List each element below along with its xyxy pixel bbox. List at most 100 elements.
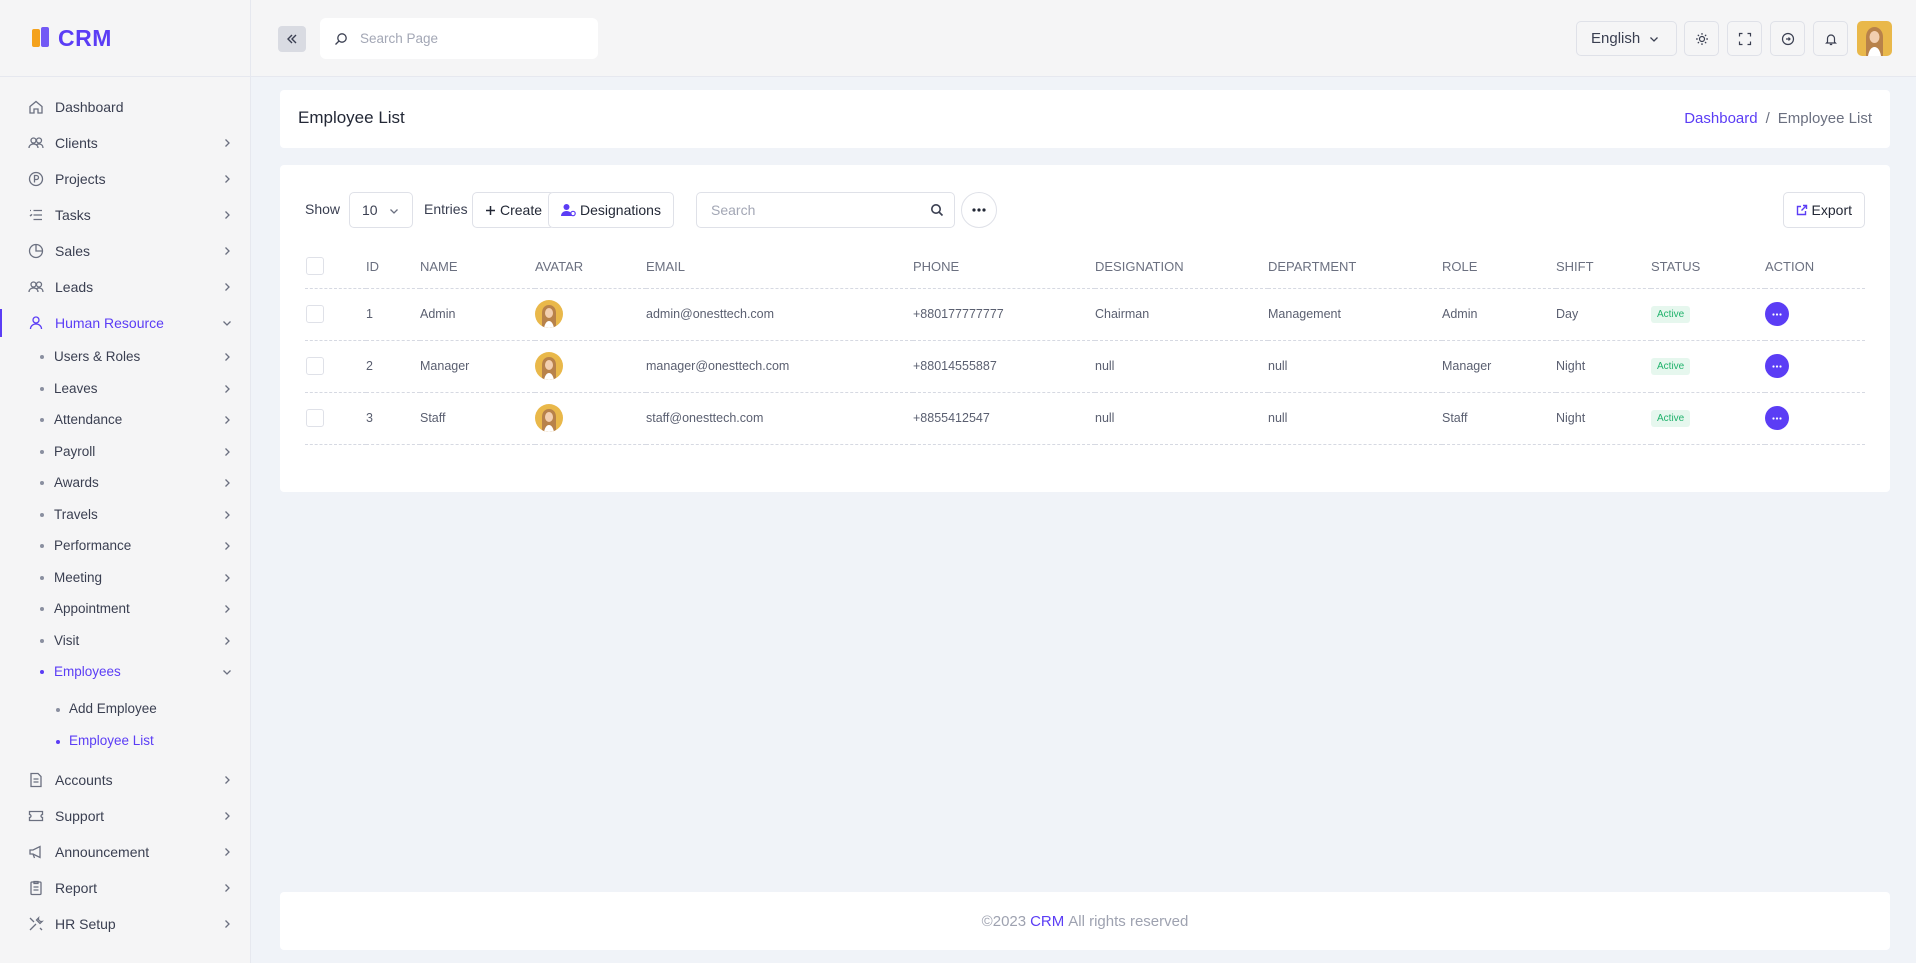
sidebar-subitem-label: Add Employee [69,701,157,716]
cell-id: 3 [366,392,420,445]
sidebar-item-support[interactable]: Support [0,798,250,834]
create-button[interactable]: Create [472,192,556,228]
table-header-row: ID NAME AVATAR EMAIL PHONE DESIGNATION D… [305,245,1865,289]
project-icon [27,170,45,188]
employee-table: ID NAME AVATAR EMAIL PHONE DESIGNATION D… [305,245,1865,445]
sidebar-item-projects[interactable]: Projects [0,161,250,197]
cell-phone: +88014555887 [913,340,1095,393]
search-icon [335,32,347,45]
sidebar-item-dashboard[interactable]: Dashboard [0,89,250,125]
sidebar-subitem-visit[interactable]: Visit [0,625,250,657]
row-checkbox[interactable] [306,357,324,375]
sidebar-subitem-payroll[interactable]: Payroll [0,436,250,468]
sidebar-subitem-label: Employees [54,664,121,680]
sidebar-collapse-button[interactable] [278,26,306,52]
sidebar-subitem-leaves[interactable]: Leaves [0,373,250,405]
sidebar-subitem-employee-list[interactable]: Employee List [0,725,250,757]
sidebar-subitem-performance[interactable]: Performance [0,530,250,562]
chevron-down-icon [1650,36,1659,42]
sidebar-item-tasks[interactable]: Tasks [0,197,250,233]
column-header-department[interactable]: DEPARTMENT [1268,245,1442,289]
column-header-status[interactable]: STATUS [1651,245,1765,289]
sidebar-item-human-resource[interactable]: Human Resource [0,305,250,341]
select-all-checkbox[interactable] [306,257,324,276]
sidebar-subitem-label: Leaves [54,380,98,396]
footer-brand-link[interactable]: CRM [1030,913,1064,930]
brand[interactable]: CRM [0,0,250,77]
cell-email: admin@onesttech.com [646,288,913,341]
cell-designation: null [1095,340,1268,393]
sidebar-item-leads[interactable]: Leads [0,269,250,305]
fullscreen-button[interactable] [1727,21,1762,56]
sidebar-item-label: Report [55,879,98,896]
bell-icon [1824,33,1837,45]
column-header-phone[interactable]: PHONE [913,245,1095,289]
cell-department: null [1268,340,1442,393]
sidebar-subitem-appointment[interactable]: Appointment [0,593,250,625]
chevron-right-icon [225,542,230,550]
chevron-right-icon [225,636,230,645]
logout-button[interactable] [1770,21,1805,56]
external-link-icon [1796,204,1808,216]
breadcrumb-separator: / [1765,110,1770,127]
language-label: English [1591,30,1641,47]
more-options-button[interactable] [961,192,997,228]
row-action-button[interactable] [1765,406,1789,430]
theme-toggle-button[interactable] [1684,21,1719,56]
user-avatar[interactable] [1857,21,1892,56]
sidebar-subitem-add-employee[interactable]: Add Employee [0,693,250,725]
sidebar-item-announcement[interactable]: Announcement [0,834,250,870]
entries-value: 10 [362,202,378,218]
entries-select[interactable]: 10 [349,192,413,228]
column-header-email[interactable]: EMAIL [646,245,913,289]
ticket-icon [27,807,45,825]
sidebar-subitem-awards[interactable]: Awards [0,467,250,499]
sidebar-item-report[interactable]: Report [0,870,250,906]
chevron-right-icon [225,447,230,456]
sidebar-item-label: Leads [55,279,94,295]
sidebar-subitem-meeting[interactable]: Meeting [0,562,250,594]
cell-name: Staff [420,392,535,445]
footer: ©2023 CRM All rights reserved [280,892,1890,950]
column-header-name[interactable]: NAME [420,245,535,289]
sidebar-item-clients[interactable]: Clients [0,125,250,161]
sidebar-item-sales[interactable]: Sales [0,233,250,269]
sidebar-item-accounts[interactable]: Accounts [0,762,250,798]
export-button-label: Export [1811,202,1852,218]
sidebar-subitem-attendance[interactable]: Attendance [0,404,250,436]
cell-designation: null [1095,392,1268,445]
column-header-designation[interactable]: DESIGNATION [1095,245,1268,289]
user-photo-icon [535,300,563,328]
chevron-right-icon [225,847,230,856]
row-action-button[interactable] [1765,302,1789,326]
cell-role: Admin [1442,288,1556,341]
column-header-id[interactable]: ID [366,245,420,289]
sidebar-subitem-label: Awards [54,475,99,491]
ellipsis-icon [1772,312,1782,316]
language-select[interactable]: English [1576,21,1677,56]
column-header-shift[interactable]: SHIFT [1556,245,1651,289]
sidebar-subitem-travels[interactable]: Travels [0,499,250,531]
column-header-role[interactable]: ROLE [1442,245,1556,289]
breadcrumb: Dashboard / Employee List [1684,110,1872,127]
sidebar-subitem-employees[interactable]: Employees [0,656,250,688]
row-checkbox[interactable] [306,305,324,323]
page-search-input[interactable] [360,31,580,46]
export-button[interactable]: Export [1782,192,1865,228]
sidebar-item-hr-setup[interactable]: HR Setup [0,906,250,942]
chevron-right-icon [225,139,230,147]
row-checkbox[interactable] [306,409,324,427]
search-icon[interactable] [930,203,944,217]
notifications-button[interactable] [1813,21,1848,56]
status-badge: Active [1651,409,1691,427]
row-action-button[interactable] [1765,354,1789,378]
topbar: English [251,0,1916,77]
designations-button[interactable]: Designations [548,192,674,228]
table-search-input[interactable] [711,202,921,218]
chevron-right-icon [225,416,230,424]
sidebar-subitem-users-roles[interactable]: Users & Roles [0,341,250,373]
column-header-avatar[interactable]: AVATAR [535,245,646,289]
sun-icon [1695,32,1708,45]
designations-button-label: Designations [580,202,661,218]
breadcrumb-dashboard-link[interactable]: Dashboard [1684,110,1757,127]
